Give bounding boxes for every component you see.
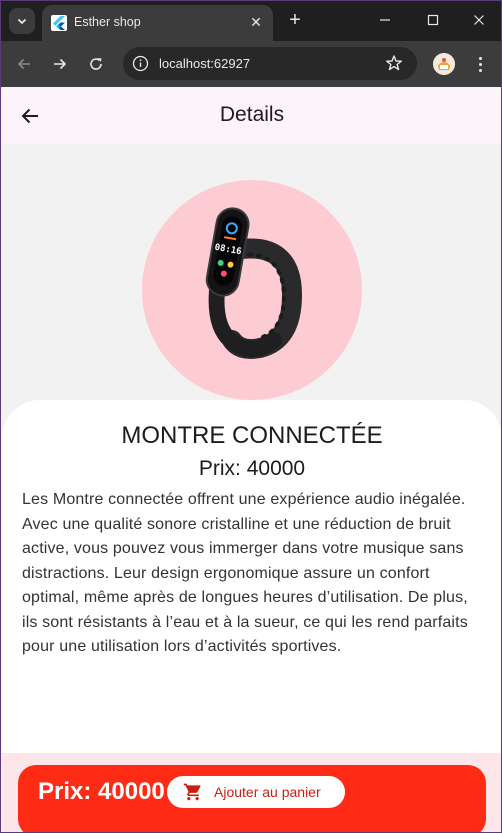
browser-toolbar: localhost:62927 — [1, 41, 501, 87]
smartwatch-image: 08:16 — [205, 207, 303, 359]
browser-menu-icon[interactable] — [471, 53, 489, 75]
new-tab-icon[interactable]: + — [284, 9, 306, 31]
product-name: MONTRE CONNECTÉE — [121, 422, 383, 449]
browser-window: Esther shop ✕ + localhost:62927 Details … — [0, 0, 502, 833]
tab-close-icon[interactable]: ✕ — [247, 13, 265, 31]
add-to-cart-button[interactable]: Ajouter au panier — [167, 776, 345, 808]
back-nav-icon[interactable] — [12, 52, 36, 76]
tab-title: Esther shop — [74, 15, 141, 29]
bookmark-star-icon[interactable] — [385, 54, 403, 72]
minimize-icon[interactable] — [370, 7, 400, 33]
bottom-price-panel: Prix: 40000 Ajouter au panier — [18, 765, 486, 832]
profile-avatar[interactable] — [433, 53, 455, 75]
shopping-cart-icon — [183, 783, 201, 801]
window-close-icon[interactable] — [464, 7, 494, 33]
page-title: Details — [219, 103, 285, 126]
tab-strip: Esther shop ✕ + — [1, 1, 501, 41]
product-details-card: MONTRE CONNECTÉE Prix: 40000 Les Montre … — [2, 400, 501, 760]
address-bar[interactable]: localhost:62927 — [123, 47, 417, 80]
tab-search-button[interactable] — [9, 8, 35, 34]
flutter-favicon-icon — [51, 15, 67, 31]
url-text[interactable]: localhost:62927 — [159, 56, 250, 71]
add-to-cart-label: Ajouter au panier — [214, 784, 321, 800]
reload-icon[interactable] — [84, 52, 108, 76]
app-bar: Details — [2, 87, 501, 144]
product-price: Prix: 40000 — [198, 457, 306, 480]
bottom-price: Prix: 40000 — [38, 778, 165, 805]
app-viewport: Details 08:16 MONTRE CONNECTÉE Prix: 400… — [2, 87, 501, 832]
forward-nav-icon[interactable] — [48, 52, 72, 76]
product-description: Les Montre connectée offrent une expérie… — [22, 491, 468, 655]
chevron-down-icon — [17, 18, 27, 25]
browser-tab[interactable]: Esther shop ✕ — [42, 5, 273, 41]
bottom-bar: Prix: 40000 Ajouter au panier — [2, 753, 501, 832]
maximize-icon[interactable] — [418, 7, 448, 33]
info-icon[interactable] — [132, 55, 149, 72]
product-image-circle: 08:16 — [142, 180, 362, 400]
